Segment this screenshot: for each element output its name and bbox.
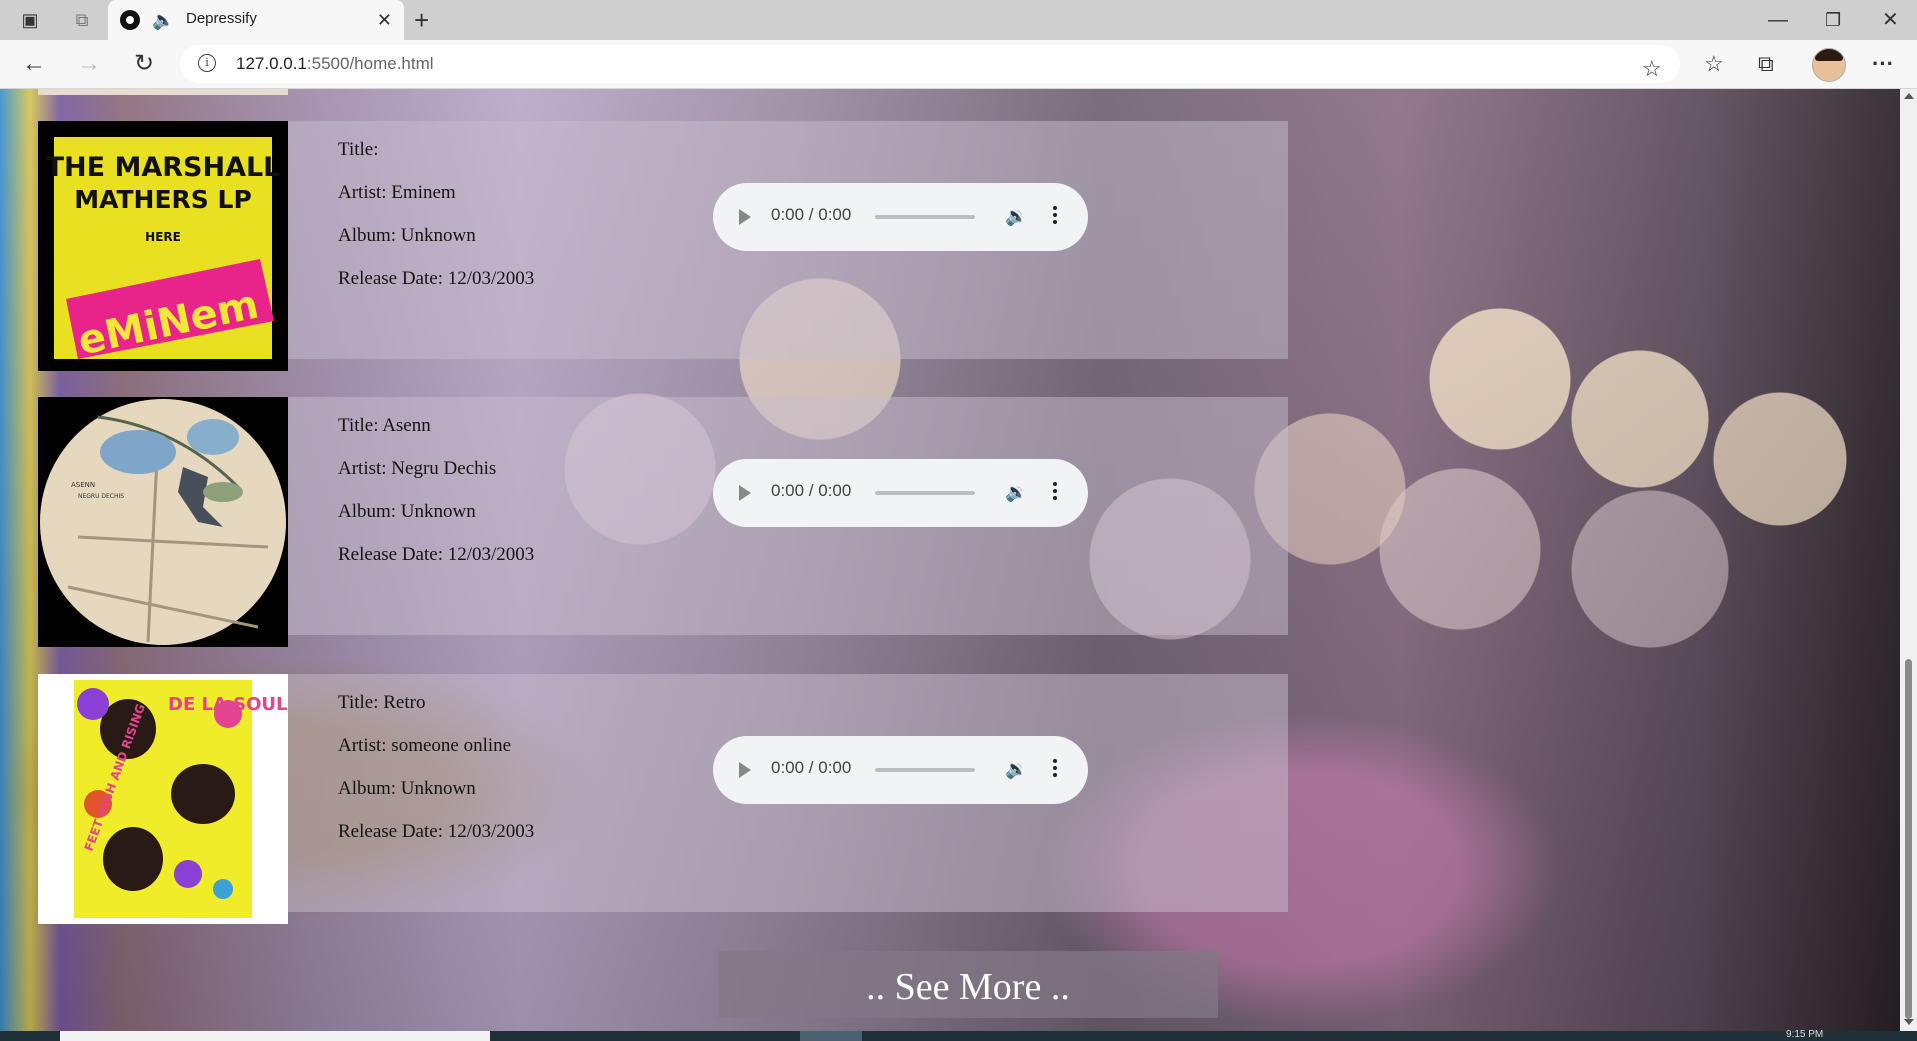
minimize-icon[interactable]: — [1768, 6, 1788, 34]
volume-icon[interactable]: 🔉 [1005, 758, 1027, 780]
album-cover-art: DE LA SOUL FEET HIGH AND RISING [74, 680, 288, 918]
song-meta: Title: Artist: Eminem Album: Unknown Rel… [338, 139, 534, 311]
album-cover-art: THE MARSHALL MATHERS LP HERE eMiNem [46, 137, 281, 364]
song-artist: Artist: Negru Dechis [338, 458, 497, 479]
taskbar-clock: 9:15 PM [1786, 1029, 1824, 1040]
page-scrollbar[interactable] [1900, 89, 1917, 1031]
window-close-icon[interactable]: ✕ [1882, 6, 1899, 34]
audio-player: 0:00 / 0:00 🔉 [713, 459, 1088, 527]
scroll-up-icon[interactable] [1904, 93, 1914, 99]
tab-actions-icon[interactable]: ▣ [18, 8, 42, 32]
audio-player: 0:00 / 0:00 🔉 [713, 736, 1088, 804]
audio-player: 0:00 / 0:00 🔉 [713, 183, 1088, 251]
song-artist: Artist: someone online [338, 735, 512, 756]
song-title: Title: Asenn [338, 415, 431, 436]
player-time: 0:00 / 0:00 [771, 758, 852, 777]
cover-line-1: THE MARSHALL [46, 152, 281, 183]
play-icon[interactable] [739, 762, 751, 778]
info-icon[interactable]: i [198, 54, 216, 72]
scrollbar-thumb[interactable] [1905, 659, 1912, 1019]
address-toolbar: ← → ↻ i 127.0.0.1:5500/home.html ☆ ☆ ⧉ ·… [0, 40, 1917, 89]
taskbar-active-app[interactable] [800, 1031, 862, 1041]
player-options-icon[interactable] [1053, 756, 1057, 784]
seek-slider[interactable] [875, 768, 975, 772]
album-cover-art: ASENN NEGRU DECHIS [40, 399, 286, 645]
song-card: DE LA SOUL FEET HIGH AND RISING Title: R… [38, 674, 1288, 924]
url-host: 127.0.0.1 [236, 54, 307, 73]
song-title: Title: Retro [338, 692, 426, 713]
player-time: 0:00 / 0:00 [771, 205, 852, 224]
taskbar-search-box[interactable] [60, 1031, 490, 1041]
tab-title: Depressify [186, 10, 257, 27]
tab-strip: ▣ ⧉ 🔈 Depressify ✕ + — ❐ ✕ [0, 0, 1917, 40]
forward-arrow-icon[interactable]: → [75, 50, 103, 78]
previous-song-cover-edge [38, 89, 288, 95]
address-field[interactable]: i 127.0.0.1:5500/home.html ☆ [180, 45, 1680, 83]
play-icon[interactable] [739, 485, 751, 501]
song-card: THE MARSHALL MATHERS LP HERE eMiNem Titl… [38, 121, 1288, 371]
player-options-icon[interactable] [1053, 203, 1057, 231]
seek-slider[interactable] [875, 491, 975, 495]
cover-line-1: DE LA SOUL [168, 694, 288, 715]
new-tab-icon[interactable]: + [414, 6, 429, 34]
add-favorite-icon[interactable]: ☆ [1642, 55, 1662, 83]
more-menu-icon[interactable]: ··· [1872, 50, 1894, 78]
song-meta: Title: Retro Artist: someone online Albu… [338, 692, 534, 864]
scroll-down-icon[interactable] [1904, 1019, 1914, 1025]
cover-line-1: ASENN [71, 481, 95, 489]
profile-avatar[interactable] [1812, 48, 1846, 82]
player-time: 0:00 / 0:00 [771, 481, 852, 500]
song-release-date: Release Date: 12/03/2003 [338, 544, 535, 565]
tab-depressify[interactable]: 🔈 Depressify ✕ [108, 0, 404, 40]
seek-slider[interactable] [875, 215, 975, 219]
volume-icon[interactable]: 🔉 [1005, 205, 1027, 227]
song-meta: Title: Asenn Artist: Negru Dechis Album:… [338, 415, 534, 587]
cover-line-2: NEGRU DECHIS [78, 493, 124, 500]
workspaces-icon[interactable]: ⧉ [70, 8, 94, 32]
url-path: :5500/home.html [306, 54, 434, 73]
os-taskbar: 9:15 PM [0, 1029, 1917, 1041]
song-album: Album: Unknown [338, 501, 476, 522]
reload-icon[interactable]: ↻ [130, 50, 158, 78]
restore-icon[interactable]: ❐ [1825, 6, 1841, 34]
url-text[interactable]: 127.0.0.1:5500/home.html [236, 54, 434, 74]
player-options-icon[interactable] [1053, 479, 1057, 507]
site-favicon-icon [120, 10, 140, 30]
play-icon[interactable] [739, 209, 751, 225]
back-arrow-icon[interactable]: ← [20, 50, 48, 78]
song-album: Album: Unknown [338, 225, 476, 246]
song-card: ASENN NEGRU DECHIS Title: Asenn Artist: … [38, 397, 1288, 647]
cover-line-2: MATHERS LP [74, 185, 252, 214]
song-release-date: Release Date: 12/03/2003 [338, 268, 535, 289]
close-icon[interactable]: ✕ [377, 8, 392, 32]
see-more-button[interactable]: .. See More .. [718, 951, 1218, 1018]
album-cover: ASENN NEGRU DECHIS [38, 397, 288, 647]
favorites-icon[interactable]: ☆ [1704, 50, 1724, 78]
song-release-date: Release Date: 12/03/2003 [338, 821, 535, 842]
volume-icon[interactable]: 🔉 [1005, 481, 1027, 503]
cover-line-3: HERE [145, 230, 181, 244]
page-viewport: THE MARSHALL MATHERS LP HERE eMiNem Titl… [0, 89, 1900, 1031]
song-album: Album: Unknown [338, 778, 476, 799]
song-artist: Artist: Eminem [338, 182, 456, 203]
speaker-icon[interactable]: 🔈 [152, 8, 174, 32]
collections-icon[interactable]: ⧉ [1758, 50, 1774, 78]
album-cover: DE LA SOUL FEET HIGH AND RISING [38, 674, 288, 924]
album-cover: THE MARSHALL MATHERS LP HERE eMiNem [38, 121, 288, 371]
song-title: Title: [338, 139, 379, 160]
